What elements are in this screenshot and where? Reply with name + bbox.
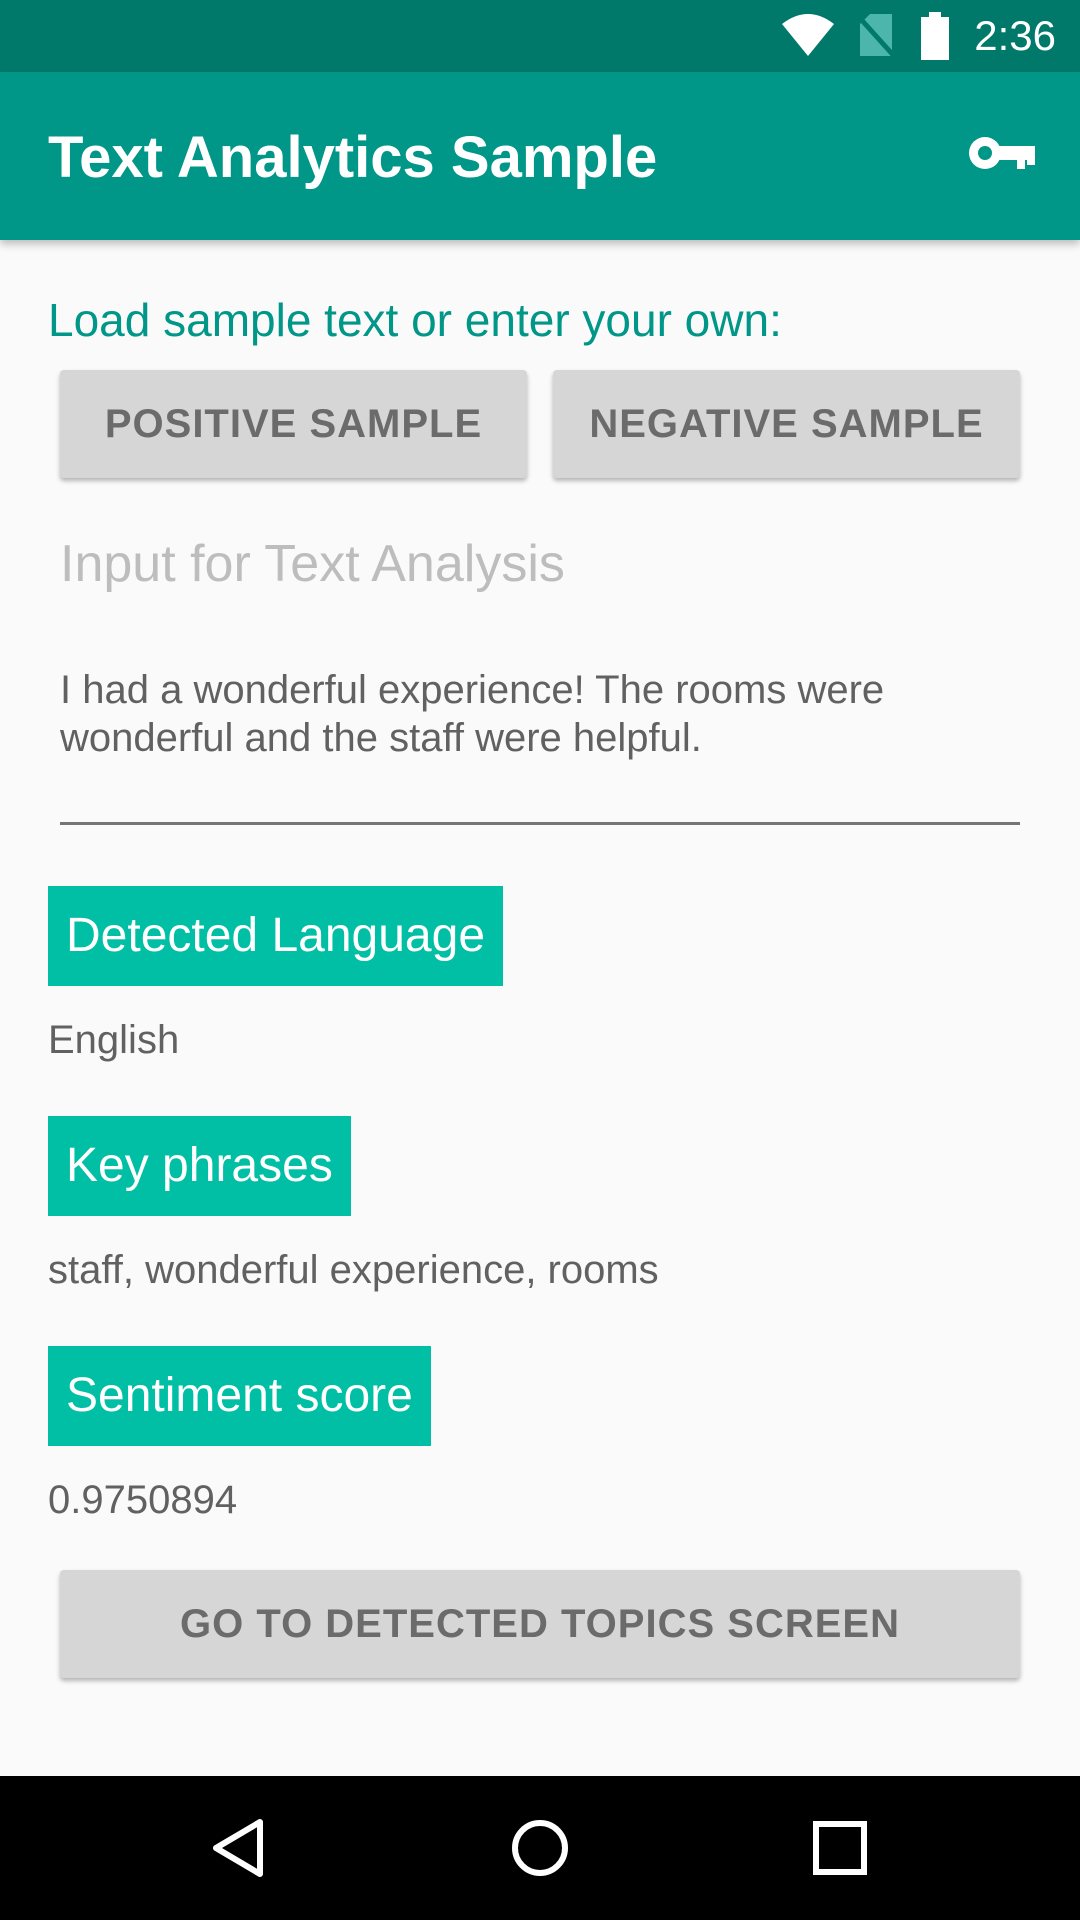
input-hint-label: Input for Text Analysis — [60, 535, 565, 593]
detected-topics-button[interactable]: GO TO DETECTED TOPICS SCREEN — [60, 1570, 1020, 1678]
recents-icon[interactable] — [800, 1808, 880, 1888]
navigation-bar — [0, 1776, 1080, 1920]
key-icon — [967, 133, 1037, 178]
negative-sample-button[interactable]: NEGATIVE SAMPLE — [553, 370, 1020, 478]
wifi-icon — [780, 12, 836, 63]
api-key-button[interactable] — [964, 122, 1040, 188]
no-sim-icon — [856, 12, 896, 63]
input-underline — [60, 822, 1020, 825]
detected-language-value: English — [48, 1018, 180, 1062]
key-phrases-heading: Key phrases — [48, 1116, 351, 1216]
text-analysis-input[interactable]: I had a wonderful experience! The rooms … — [60, 666, 1020, 762]
home-icon[interactable] — [500, 1808, 580, 1888]
sample-prompt-label: Load sample text or enter your own: — [48, 294, 782, 346]
app-bar: Text Analytics Sample — [0, 72, 1080, 240]
key-phrases-value: staff, wonderful experience, rooms — [48, 1248, 659, 1292]
sentiment-score-value: 0.9750894 — [48, 1478, 238, 1522]
sentiment-score-heading: Sentiment score — [48, 1346, 431, 1446]
battery-icon — [920, 12, 950, 65]
positive-sample-button[interactable]: POSITIVE SAMPLE — [60, 370, 527, 478]
status-bar: 2:36 — [0, 0, 1080, 72]
detected-language-heading: Detected Language — [48, 886, 504, 986]
app-title: Text Analytics Sample — [48, 125, 658, 190]
back-icon[interactable] — [200, 1808, 280, 1888]
status-time: 2:36 — [974, 12, 1056, 59]
